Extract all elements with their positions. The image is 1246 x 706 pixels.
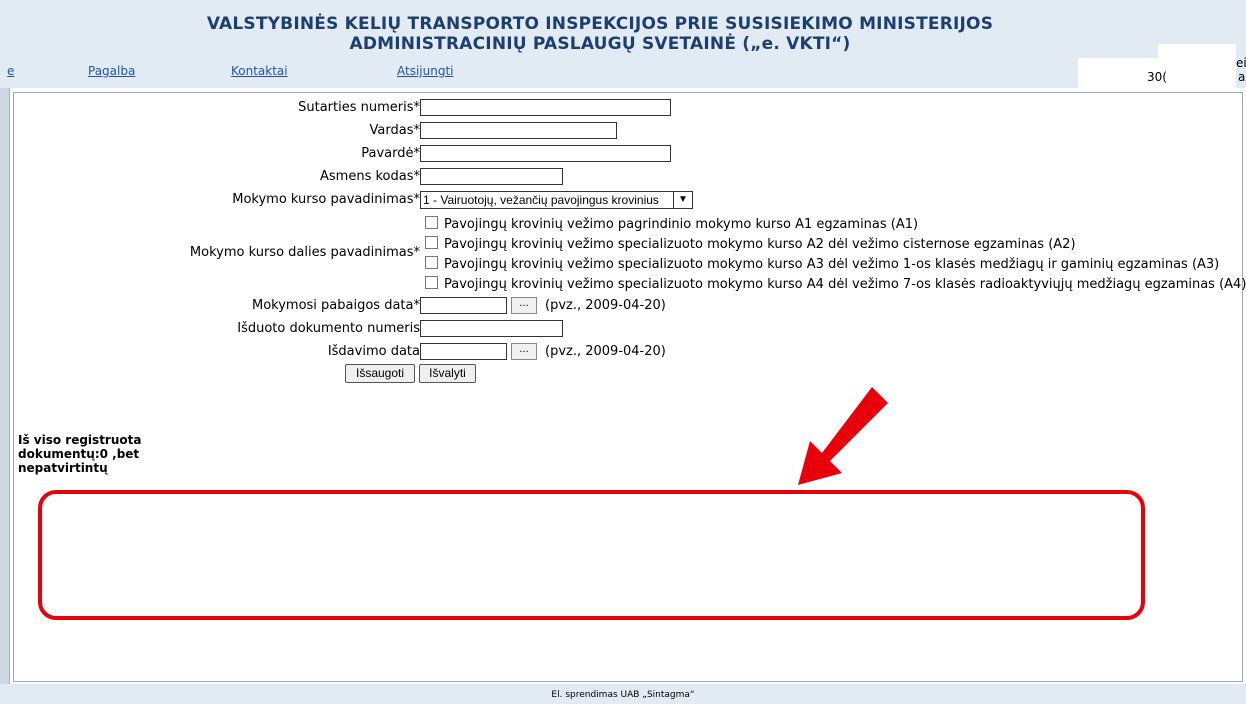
save-button[interactable]: Išsaugoti	[345, 364, 415, 383]
issue-date-hint: (pvz., 2009-04-20)	[545, 344, 666, 359]
option-label: Pavojingų krovinių vežimo pagrindinio mo…	[444, 217, 919, 232]
option-label: Pavojingų krovinių vežimo specializuoto …	[444, 257, 1220, 272]
course-part-option-a3[interactable]: Pavojingų krovinių vežimo specializuoto …	[425, 256, 1219, 272]
contract-number-input[interactable]	[420, 99, 671, 116]
nav-link-logout[interactable]: Atsijungti	[397, 64, 454, 78]
nav-link-contacts[interactable]: Kontaktai	[231, 64, 288, 78]
user-code-partial: 30(	[1147, 70, 1167, 84]
site-title-line-2: ADMINISTRACINIŲ PASLAUGŲ SVETAINĖ („e. V…	[349, 34, 851, 54]
nav-link-home[interactable]: e	[7, 64, 14, 78]
issue-date-input[interactable]	[420, 343, 507, 360]
nav-link-help[interactable]: Pagalba	[88, 64, 135, 78]
annotation-highlight-box	[38, 490, 1145, 620]
checkbox[interactable]	[425, 236, 438, 249]
end-date-picker-button[interactable]: ...	[511, 297, 537, 314]
clear-button[interactable]: Išvalyti	[419, 364, 476, 383]
clipped-text-right: a	[1238, 70, 1246, 84]
redacted-area	[1158, 44, 1236, 88]
end-date-hint: (pvz., 2009-04-20)	[545, 298, 666, 313]
site-title-line-1: VALSTYBINĖS KELIŲ TRANSPORTO INSPEKCIJOS…	[206, 14, 994, 34]
checkbox[interactable]	[425, 216, 438, 229]
annotation-arrow-icon	[798, 387, 888, 485]
option-label: Pavojingų krovinių vežimo specializuoto …	[444, 277, 1246, 292]
left-sidebar-edge	[0, 88, 10, 684]
personal-code-label: Asmens kodas*	[320, 169, 420, 184]
last-name-input[interactable]	[420, 145, 671, 162]
end-date-input[interactable]	[420, 297, 507, 314]
checkbox[interactable]	[425, 276, 438, 289]
checkbox[interactable]	[425, 256, 438, 269]
last-name-label: Pavardė*	[361, 146, 420, 161]
issue-date-label: Išdavimo data	[327, 344, 420, 359]
site-header: VALSTYBINĖS KELIŲ TRANSPORTO INSPEKCIJOS…	[0, 0, 1246, 88]
first-name-input[interactable]	[420, 122, 617, 139]
site-footer: El. sprendimas UAB „Sintagma“	[0, 684, 1246, 704]
end-date-label: Mokymosi pabaigos data*	[251, 298, 420, 313]
issue-date-picker-button[interactable]: ...	[511, 343, 537, 360]
course-name-label: Mokymo kurso pavadinimas*	[232, 192, 420, 207]
registered-documents-info: Iš viso registruota dokumentų:0 ,bet nep…	[18, 433, 142, 475]
course-part-label: Mokymo kurso dalies pavadinimas*	[189, 245, 420, 260]
course-name-selected-value: 1 - Vairuotojų, vežančių pavojingus krov…	[423, 193, 659, 207]
footer-text: El. sprendimas UAB „Sintagma“	[551, 690, 695, 700]
doc-number-label: Išduoto dokumento numeris	[237, 321, 420, 336]
course-name-select[interactable]: 1 - Vairuotojų, vežančių pavojingus krov…	[420, 191, 693, 209]
course-part-option-a4[interactable]: Pavojingų krovinių vežimo specializuoto …	[425, 276, 1246, 292]
doc-number-input[interactable]	[420, 320, 563, 337]
personal-code-input[interactable]	[420, 168, 563, 185]
option-label: Pavojingų krovinių vežimo specializuoto …	[444, 237, 1076, 252]
course-part-option-a1[interactable]: Pavojingų krovinių vežimo pagrindinio mo…	[425, 216, 918, 232]
course-part-option-a2[interactable]: Pavojingų krovinių vežimo specializuoto …	[425, 236, 1076, 252]
clipped-text-top-right: ei	[1236, 56, 1246, 70]
first-name-label: Vardas*	[369, 123, 420, 138]
redacted-area	[1078, 58, 1158, 88]
contract-number-label: Sutarties numeris*	[298, 100, 420, 115]
chevron-down-icon[interactable]: ▼	[673, 192, 692, 208]
